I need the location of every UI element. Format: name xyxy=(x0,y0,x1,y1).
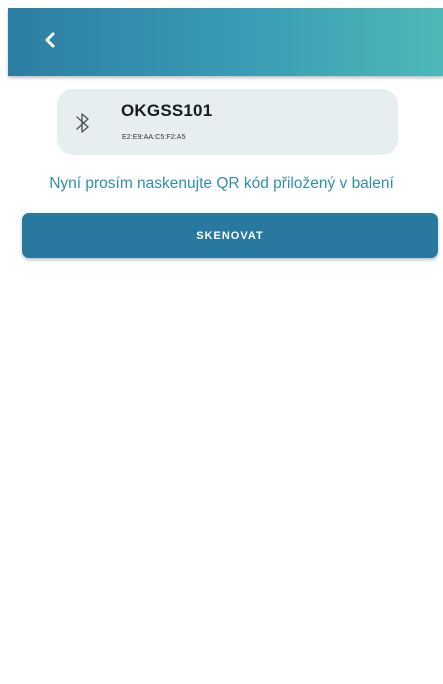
scan-screen: OKGSS101 E2:E9:AA:C5:F2:A5 Nyní prosím n… xyxy=(0,0,443,684)
device-mac-address: E2:E9:AA:C5:F2:A5 xyxy=(122,134,186,141)
back-button[interactable] xyxy=(36,28,64,56)
scan-button[interactable]: SKENOVAT xyxy=(22,213,438,258)
app-bar xyxy=(8,8,443,76)
device-card[interactable]: OKGSS101 E2:E9:AA:C5:F2:A5 xyxy=(57,89,398,155)
bluetooth-icon xyxy=(73,111,93,135)
device-name: OKGSS101 xyxy=(121,101,213,120)
scan-button-label: SKENOVAT xyxy=(196,229,264,242)
instruction-text: Nyní prosím naskenujte QR kód přiložený … xyxy=(49,175,394,192)
chevron-left-icon xyxy=(43,32,57,53)
